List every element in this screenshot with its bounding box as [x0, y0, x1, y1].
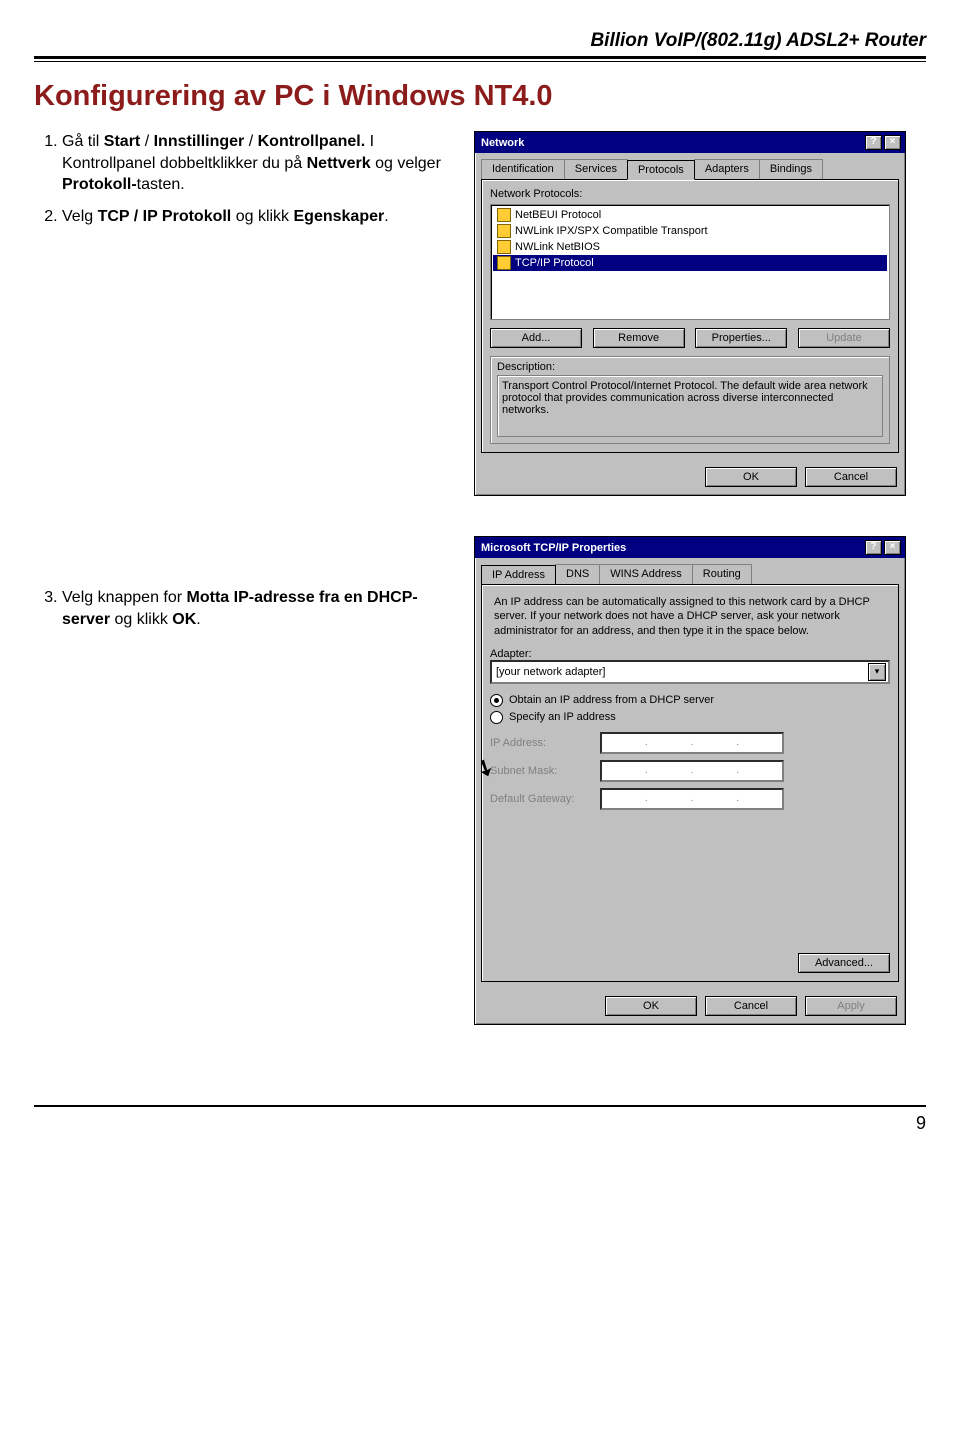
- protocol-icon: [497, 224, 511, 238]
- instruction-column: Gå til Start / Innstillinger / Kontrollp…: [34, 131, 454, 1065]
- radio-icon: [490, 694, 503, 707]
- adapter-label: Adapter:: [490, 648, 890, 660]
- header-rule-top: [34, 56, 926, 59]
- gateway-input: ...: [600, 788, 784, 810]
- list-item-selected[interactable]: TCP/IP Protocol: [493, 255, 887, 271]
- list-item[interactable]: NetBEUI Protocol: [493, 207, 887, 223]
- page-title: Konfigurering av PC i Windows NT4.0: [34, 80, 926, 113]
- apply-button: Apply: [805, 996, 897, 1016]
- screenshot-column: Network ? × Identification Services Prot…: [474, 131, 926, 1065]
- help-icon[interactable]: ?: [865, 540, 882, 555]
- dialog-title: Network: [481, 137, 524, 149]
- protocol-icon: [497, 256, 511, 270]
- radio-specify[interactable]: Specify an IP address: [490, 711, 890, 724]
- close-icon[interactable]: ×: [884, 540, 901, 555]
- step-3: Velg knappen for Motta IP-adresse fra en…: [62, 587, 454, 630]
- gateway-label: Default Gateway:: [490, 793, 590, 805]
- list-item[interactable]: NWLink NetBIOS: [493, 239, 887, 255]
- description-text: Transport Control Protocol/Internet Prot…: [497, 375, 883, 437]
- radio-icon: [490, 711, 503, 724]
- intro-text: An IP address can be automatically assig…: [490, 593, 890, 648]
- description-label: Description:: [497, 361, 883, 373]
- dialog-title: Microsoft TCP/IP Properties: [481, 542, 626, 554]
- ip-label: IP Address:: [490, 737, 590, 749]
- tab-protocols[interactable]: Protocols: [627, 160, 695, 180]
- tabs-row: Identification Services Protocols Adapte…: [475, 153, 905, 179]
- protocols-label: Network Protocols:: [490, 188, 890, 200]
- tab-bindings[interactable]: Bindings: [759, 159, 823, 179]
- tab-routing[interactable]: Routing: [692, 564, 752, 584]
- mask-input: ...: [600, 760, 784, 782]
- help-icon[interactable]: ?: [865, 135, 882, 150]
- properties-button[interactable]: Properties...: [695, 328, 787, 348]
- header-product: Billion VoIP/(802.11g) ADSL2+ Router: [34, 30, 926, 52]
- tab-identification[interactable]: Identification: [481, 159, 565, 179]
- radio-dhcp[interactable]: Obtain an IP address from a DHCP server: [490, 694, 890, 707]
- tcpip-dialog: Microsoft TCP/IP Properties ? × IP Addre…: [474, 536, 906, 1025]
- cancel-button[interactable]: Cancel: [805, 467, 897, 487]
- remove-button[interactable]: Remove: [593, 328, 685, 348]
- network-dialog: Network ? × Identification Services Prot…: [474, 131, 906, 496]
- advanced-button[interactable]: Advanced...: [798, 953, 890, 973]
- tab-dns[interactable]: DNS: [555, 564, 600, 584]
- adapter-dropdown[interactable]: [your network adapter] ▾: [490, 660, 890, 684]
- protocol-icon: [497, 240, 511, 254]
- protocol-icon: [497, 208, 511, 222]
- page-number: 9: [34, 1113, 926, 1134]
- step-2: Velg TCP / IP Protokoll og klikk Egenska…: [62, 206, 454, 228]
- ip-input: ...: [600, 732, 784, 754]
- ok-button[interactable]: OK: [605, 996, 697, 1016]
- protocols-listbox[interactable]: NetBEUI Protocol NWLink IPX/SPX Compatib…: [490, 204, 890, 320]
- mask-label: Subnet Mask:: [490, 765, 590, 777]
- step-1: Gå til Start / Innstillinger / Kontrollp…: [62, 131, 454, 196]
- add-button[interactable]: Add...: [490, 328, 582, 348]
- update-button: Update: [798, 328, 890, 348]
- close-icon[interactable]: ×: [884, 135, 901, 150]
- header-rule-thin: [34, 61, 926, 62]
- tab-wins[interactable]: WINS Address: [599, 564, 693, 584]
- chevron-down-icon[interactable]: ▾: [868, 663, 886, 681]
- tab-ipaddress[interactable]: IP Address: [481, 565, 556, 585]
- tab-adapters[interactable]: Adapters: [694, 159, 760, 179]
- ok-button[interactable]: OK: [705, 467, 797, 487]
- footer-rule: [34, 1105, 926, 1107]
- tab-services[interactable]: Services: [564, 159, 628, 179]
- list-item[interactable]: NWLink IPX/SPX Compatible Transport: [493, 223, 887, 239]
- cancel-button[interactable]: Cancel: [705, 996, 797, 1016]
